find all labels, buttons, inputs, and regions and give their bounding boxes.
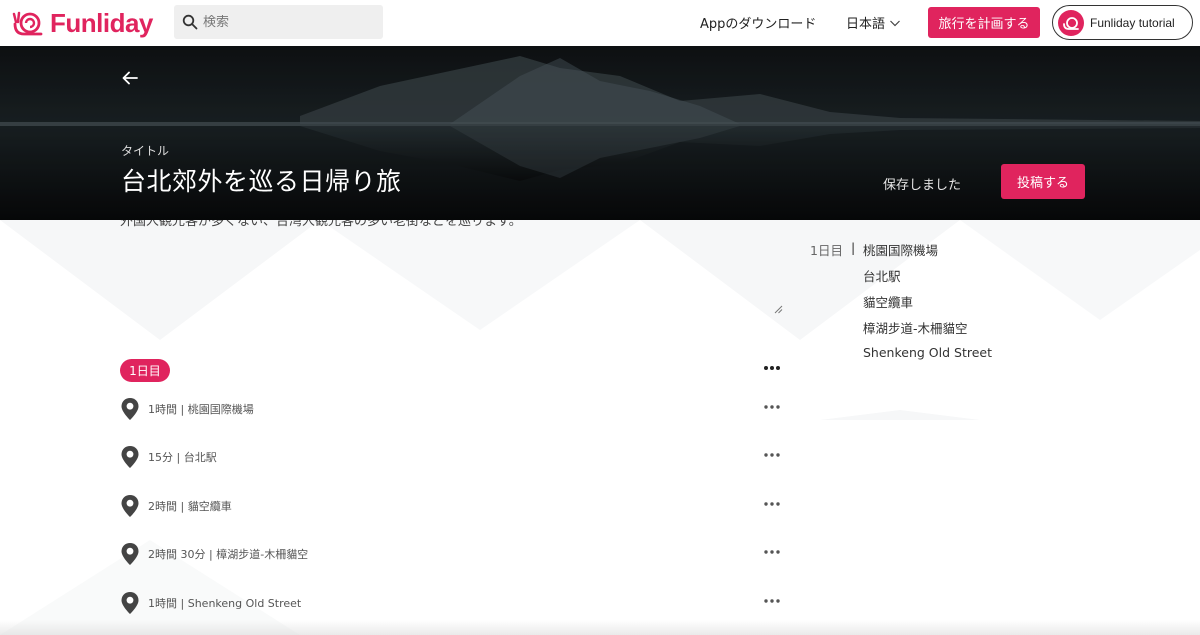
language-label: 日本語 — [846, 17, 886, 32]
summary-item[interactable]: 台北駅 — [863, 266, 901, 285]
post-button[interactable]: 投稿する — [1001, 164, 1085, 199]
title-field-label: タイトル — [121, 144, 170, 158]
summary-separator: | — [851, 240, 856, 255]
map-pin-icon — [121, 446, 139, 468]
summary-item[interactable]: Shenkeng Old Street — [863, 345, 992, 360]
summary-item[interactable]: 樟湖步道-木柵貓空 — [863, 318, 968, 337]
stop-place: 樟湖步道-木柵貓空 — [216, 548, 309, 561]
app-download-link[interactable]: Appのダウンロード — [700, 13, 816, 32]
stop-more-options-icon[interactable] — [762, 448, 782, 462]
stop-separator: | — [209, 548, 213, 561]
map-pin-icon — [121, 543, 139, 565]
plan-trip-button[interactable]: 旅行を計画する — [928, 7, 1040, 38]
itinerary-stop[interactable]: 2時間 | 貓空纜車 — [120, 494, 790, 524]
search-icon — [182, 14, 198, 30]
stop-duration: 2時間 30分 — [148, 548, 206, 561]
stop-text: 2時間 30分 | 樟湖步道-木柵貓空 — [148, 546, 308, 562]
day-badge[interactable]: 1日目 — [120, 359, 170, 382]
user-name: Funliday tutorial — [1090, 15, 1175, 30]
itinerary-stop[interactable]: 2時間 30分 | 樟湖步道-木柵貓空 — [120, 542, 790, 572]
day-more-options-icon[interactable] — [762, 360, 782, 376]
brand-name: Funliday — [50, 7, 153, 38]
user-menu[interactable]: Funliday tutorial — [1052, 5, 1193, 40]
stop-more-options-icon[interactable] — [762, 545, 782, 559]
stop-text: 15分 | 台北駅 — [148, 449, 217, 465]
save-status-text: 保存しました — [883, 178, 962, 193]
stop-duration: 15分 — [148, 451, 173, 464]
snail-logo-icon — [12, 11, 43, 36]
stop-duration: 1時間 — [148, 597, 177, 610]
itinerary-stop[interactable]: 1時間 | 桃園国際機場 — [120, 397, 790, 427]
map-pin-icon — [121, 592, 139, 614]
trip-header-banner: タイトル 台北郊外を巡る日帰り旅 保存しました 投稿する — [0, 46, 1200, 220]
summary-item[interactable]: 桃園国際機場 — [863, 240, 938, 259]
summary-item[interactable]: 貓空纜車 — [863, 292, 913, 311]
stop-separator: | — [180, 597, 185, 610]
itinerary-stop[interactable]: 1時間 | Shenkeng Old Street — [120, 591, 790, 621]
search-input[interactable] — [203, 14, 373, 30]
summary-day-label: 1日目 — [810, 243, 843, 258]
bottom-shadow — [0, 620, 1200, 635]
language-selector[interactable]: 日本語 — [846, 13, 901, 32]
stop-more-options-icon[interactable] — [762, 400, 782, 414]
resize-handle-icon[interactable] — [774, 305, 783, 314]
avatar — [1058, 9, 1084, 36]
stop-place: 桃園国際機場 — [187, 403, 254, 416]
stop-duration: 1時間 — [148, 403, 177, 416]
back-arrow-icon[interactable] — [120, 68, 140, 88]
stop-text: 2時間 | 貓空纜車 — [148, 498, 232, 514]
stop-text: 1時間 | 桃園国際機場 — [148, 401, 254, 417]
snail-avatar-icon — [1063, 16, 1079, 30]
stop-more-options-icon[interactable] — [762, 594, 782, 608]
top-navigation-bar: Funliday Appのダウンロード 日本語 旅行を計画する Funliday… — [0, 0, 1200, 46]
stop-separator: | — [180, 500, 185, 513]
map-pin-icon — [121, 495, 139, 517]
stop-place: 貓空纜車 — [187, 500, 232, 513]
stop-place: 台北駅 — [183, 451, 217, 464]
content-background-pattern — [0, 220, 1200, 635]
stop-separator: | — [176, 451, 181, 464]
stop-more-options-icon[interactable] — [762, 497, 782, 511]
stop-separator: | — [180, 403, 185, 416]
stop-text: 1時間 | Shenkeng Old Street — [148, 595, 301, 611]
stop-duration: 2時間 — [148, 500, 177, 513]
stop-place: Shenkeng Old Street — [187, 597, 302, 610]
funliday-logo[interactable]: Funliday — [10, 8, 153, 38]
trip-title-input[interactable]: 台北郊外を巡る日帰り旅 — [121, 162, 402, 198]
map-pin-icon — [121, 398, 139, 420]
search-box[interactable] — [174, 5, 383, 39]
chevron-down-icon — [890, 20, 900, 26]
itinerary-stop[interactable]: 15分 | 台北駅 — [120, 445, 790, 475]
